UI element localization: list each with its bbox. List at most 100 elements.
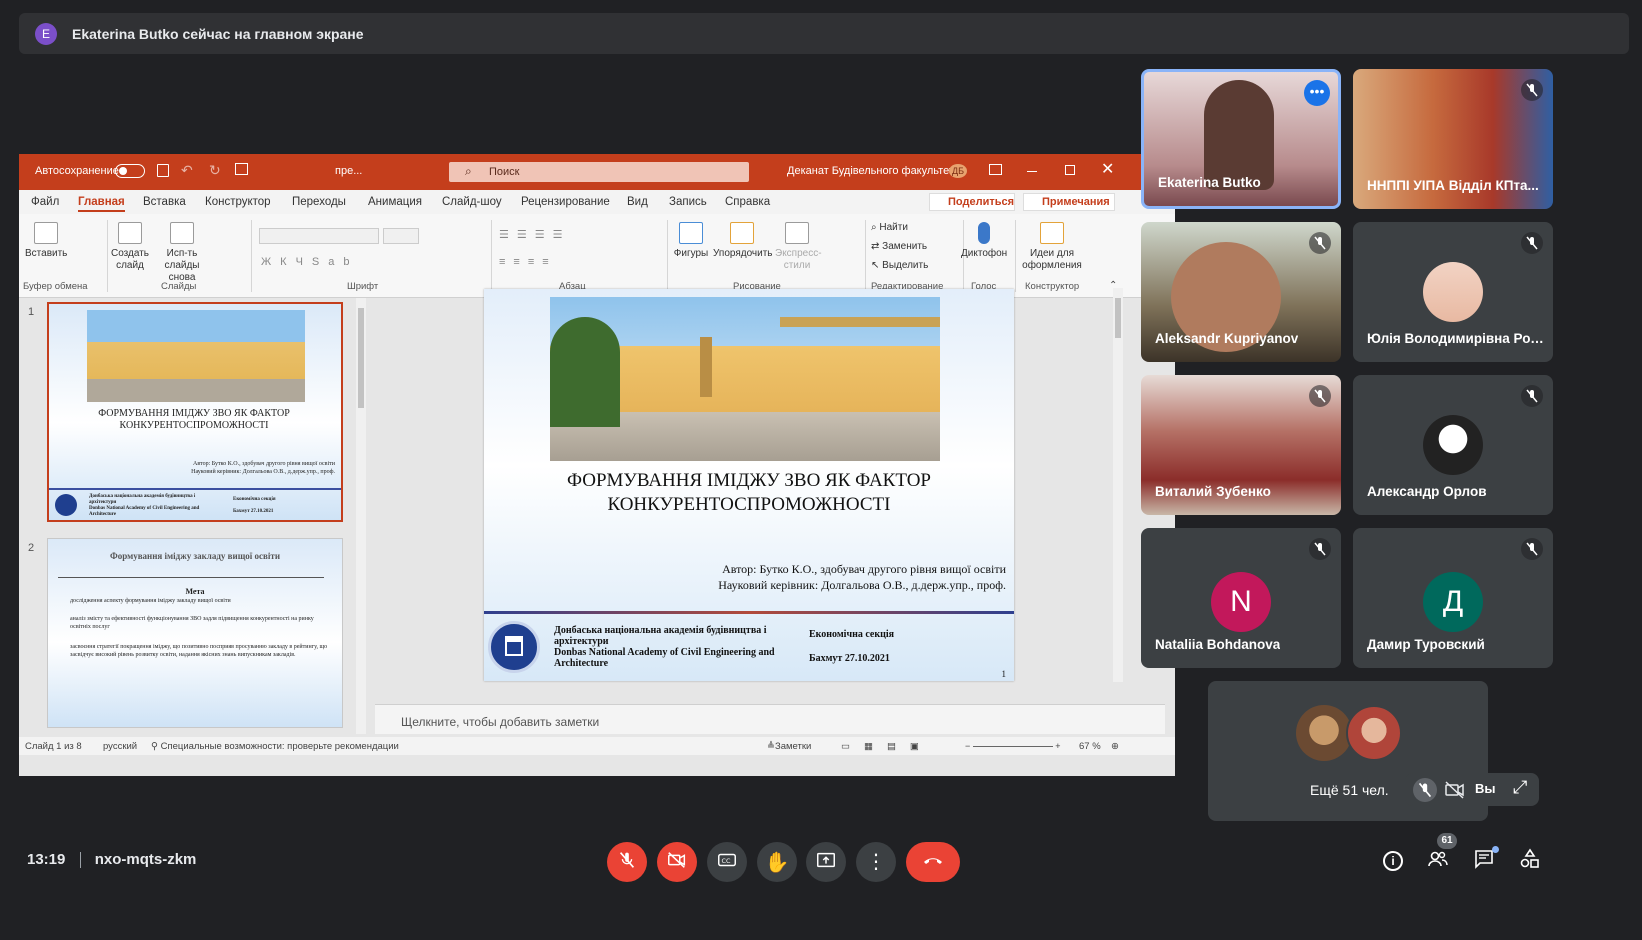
captions-button[interactable]: CC <box>707 842 747 882</box>
new-slide-label: Создать слайд <box>111 248 150 271</box>
presenting-text: Ekaterina Butko сейчас на главном экране <box>72 25 364 42</box>
thumb-academy: Донбаська національна академія будівницт… <box>89 494 219 518</box>
paste-icon <box>34 222 58 244</box>
menu-file[interactable]: Файл <box>31 196 59 208</box>
zoom-level[interactable]: 67 % <box>1079 741 1101 752</box>
leave-call-button[interactable] <box>906 842 960 882</box>
menu-help[interactable]: Справка <box>725 196 770 208</box>
file-name[interactable]: пре... <box>335 165 362 177</box>
meeting-details-button[interactable]: i <box>1380 848 1406 874</box>
designer-ideas-button[interactable]: Идеи для оформления <box>1021 222 1083 272</box>
participant-tile-damir[interactable]: Д Дамир Туровский <box>1353 528 1553 668</box>
participant-name: ННППІ УІПА Відділ КПта... <box>1367 178 1539 193</box>
thumbs-scrollbar[interactable] <box>356 298 366 734</box>
share-button[interactable]: Поделиться <box>929 193 1015 211</box>
mic-off-icon[interactable] <box>1413 778 1437 802</box>
separator <box>79 852 81 869</box>
comments-button[interactable]: Примечания <box>1023 193 1115 211</box>
mic-off-icon <box>1521 385 1543 407</box>
zoom-slider[interactable]: − + <box>965 741 1061 751</box>
slide-thumbnail-2[interactable]: Формування іміджу закладу вищої освіти М… <box>47 538 343 728</box>
menu-animations[interactable]: Анимация <box>368 196 422 208</box>
account-name: Деканат Будівельного факультету <box>787 165 960 177</box>
select-button[interactable]: ↖ Выделить <box>871 260 928 271</box>
quick-styles-label: Экспресс-стили <box>775 248 822 271</box>
tile-options-icon[interactable]: ••• <box>1304 80 1330 106</box>
ribbon-display-icon[interactable] <box>989 164 1002 175</box>
restore-icon[interactable] <box>1065 165 1075 175</box>
present-button[interactable] <box>806 842 846 882</box>
arrange-button[interactable]: Упорядочить <box>713 222 773 260</box>
minimize-icon[interactable] <box>1027 171 1037 172</box>
replace-button[interactable]: ⇄ Заменить <box>871 241 927 252</box>
participant-tile-orlov[interactable]: Александр Орлов <box>1353 375 1553 515</box>
accessibility-status[interactable]: ⚲ Специальные возможности: проверьте рек… <box>151 741 399 752</box>
participant-name: Юлія Володимирівна Ром... <box>1367 331 1547 346</box>
self-view-pill[interactable]: Вы ⤢ <box>1405 773 1539 806</box>
menu-insert[interactable]: Вставка <box>143 196 186 208</box>
autosave-toggle[interactable] <box>115 164 145 178</box>
menu-review[interactable]: Рецензирование <box>521 196 610 208</box>
menu-slideshow[interactable]: Слайд-шоу <box>442 196 502 208</box>
close-window-icon[interactable]: ✕ <box>1101 159 1114 179</box>
expand-icon[interactable]: ⤢ <box>1513 777 1527 798</box>
ppt-search-box[interactable]: ⌕ Поиск <box>449 162 749 182</box>
camera-off-icon <box>666 849 688 876</box>
notes-button-label: Заметки <box>774 741 812 752</box>
camera-toggle-button[interactable] <box>657 842 697 882</box>
present-from-start-icon[interactable] <box>235 163 248 175</box>
activities-button[interactable] <box>1517 848 1543 874</box>
participant-tile-nnppi[interactable]: ННППІ УІПА Відділ КПта... <box>1353 69 1553 209</box>
thumb2-goal: Мета <box>185 587 205 596</box>
reuse-slides-icon <box>170 222 194 244</box>
editor-scrollbar[interactable] <box>1113 288 1123 682</box>
find-button[interactable]: ⌕ Найти <box>871 222 908 233</box>
menu-home[interactable]: Главная <box>78 196 125 212</box>
view-buttons[interactable]: ▭▦▤▣ <box>841 741 933 752</box>
people-button[interactable] <box>1425 848 1451 874</box>
paste-button[interactable]: Вставить <box>25 222 67 260</box>
redo-icon[interactable]: ↻ <box>209 162 221 179</box>
language-status[interactable]: русский <box>103 741 137 752</box>
menu-record[interactable]: Запись <box>669 196 707 208</box>
menu-view[interactable]: Вид <box>627 196 648 208</box>
chat-button[interactable] <box>1471 846 1499 874</box>
participant-avatar: N <box>1211 572 1271 632</box>
menu-transitions[interactable]: Переходы <box>292 196 346 208</box>
info-icon: i <box>1383 851 1403 871</box>
quick-styles-icon <box>785 222 809 244</box>
undo-icon[interactable]: ↶ <box>181 162 193 179</box>
thumb-author-text: Автор: Бутко К.О., здобувач другого рівн… <box>193 461 335 467</box>
quick-styles-button[interactable]: Экспресс-стили <box>775 222 822 272</box>
slide-thumbnail-1[interactable]: ФОРМУВАННЯ ІМІДЖУ ЗВО ЯК ФАКТОР КОНКУРЕН… <box>47 302 343 522</box>
participant-tile-yuliia[interactable]: Юлія Володимирівна Ром... <box>1353 222 1553 362</box>
notes-button[interactable]: ≜Заметки <box>767 741 811 752</box>
participant-tile-vitaliy[interactable]: Виталий Зубенко <box>1141 375 1341 515</box>
thumb-supervisor-text: Науковий керівник: Долгальова О.В., д.де… <box>191 469 335 475</box>
fit-slide-icon[interactable]: ⊕ <box>1111 741 1119 752</box>
activities-icon <box>1518 847 1542 876</box>
raise-hand-button[interactable]: ✋ <box>757 842 797 882</box>
reuse-slides-button[interactable]: Исп-ть слайды снова <box>159 222 205 284</box>
font-size-box[interactable] <box>383 228 419 244</box>
save-icon[interactable] <box>157 164 169 177</box>
participant-tile-aleksandr[interactable]: Aleksandr Kupriyanov <box>1141 222 1341 362</box>
font-name-box[interactable] <box>259 228 379 244</box>
notes-pane[interactable]: Щелкните, чтобы добавить заметки <box>375 704 1165 734</box>
account-initials[interactable]: ДБ <box>949 164 968 178</box>
slides-group-label: Слайды <box>161 281 197 292</box>
participant-tile-nataliia[interactable]: N Nataliia Bohdanova <box>1141 528 1341 668</box>
participant-tile-ekaterina[interactable]: ••• Ekaterina Butko <box>1141 69 1341 209</box>
participant-name: Ekaterina Butko <box>1158 175 1261 190</box>
more-options-button[interactable]: ⋮ <box>856 842 896 882</box>
font-format-buttons[interactable]: ЖКЧSab <box>261 256 358 268</box>
dictate-button[interactable]: Диктофон <box>961 222 1007 260</box>
menu-design[interactable]: Конструктор <box>205 196 271 208</box>
paragraph-buttons[interactable]: ☰☰☰☰ <box>499 228 570 241</box>
meeting-info-left: 13:19 nxo-mqts-zkm <box>27 851 196 869</box>
shapes-button[interactable]: Фигуры <box>671 222 711 260</box>
new-slide-button[interactable]: Создать слайд <box>111 222 149 272</box>
camera-off-icon[interactable] <box>1443 778 1467 802</box>
align-buttons[interactable]: ≡≡≡≡ <box>499 256 557 268</box>
mic-toggle-button[interactable] <box>607 842 647 882</box>
